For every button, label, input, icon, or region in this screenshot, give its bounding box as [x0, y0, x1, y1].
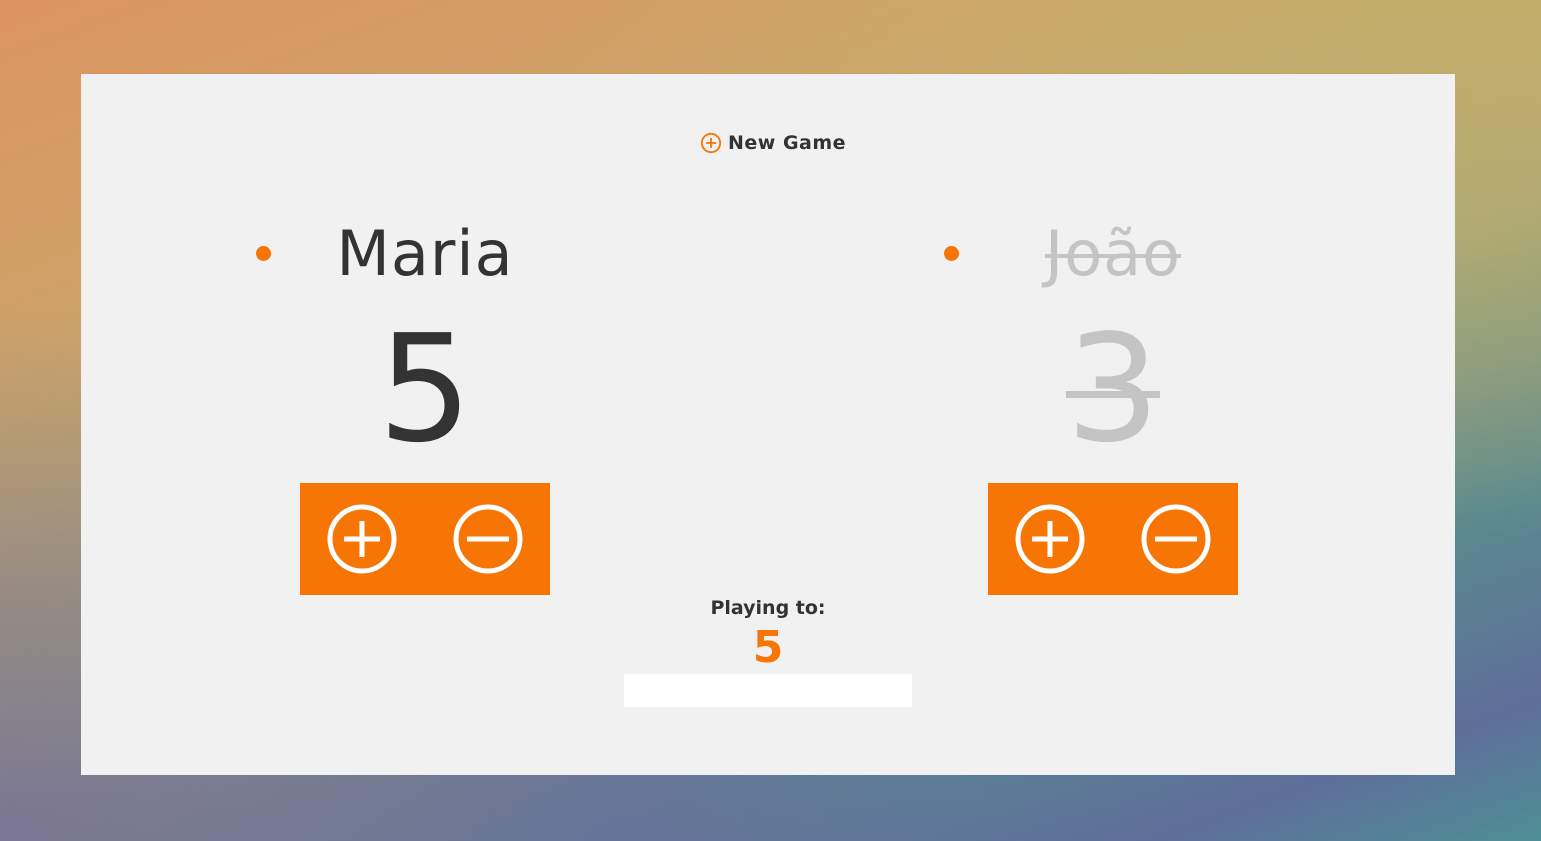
player-score: 3: [1065, 303, 1161, 475]
score-controls: [988, 483, 1238, 595]
playing-to-section: Playing to: 5: [624, 596, 912, 707]
scoreboard-card: New Game Maria 5 João 3 Playing to: 5: [81, 74, 1455, 775]
decrement-score-button[interactable]: [453, 504, 523, 574]
new-game-label: New Game: [728, 132, 847, 154]
playing-to-label: Playing to:: [710, 597, 826, 619]
plus-circle-icon: [327, 504, 397, 574]
decrement-score-button[interactable]: [1141, 504, 1211, 574]
score-controls: [300, 483, 550, 595]
plus-circle-icon: [1015, 504, 1085, 574]
increment-score-button[interactable]: [327, 504, 397, 574]
player-name: Maria: [336, 217, 514, 290]
playing-to-value: 5: [752, 622, 784, 673]
increment-score-button[interactable]: [1015, 504, 1085, 574]
new-game-button[interactable]: New Game: [700, 132, 846, 154]
minus-circle-icon: [453, 504, 523, 574]
plus-circle-icon: [700, 132, 722, 154]
player-name: João: [1044, 217, 1182, 290]
minus-circle-icon: [1141, 504, 1211, 574]
playing-to-input[interactable]: [624, 674, 912, 707]
player-score: 5: [377, 303, 473, 475]
